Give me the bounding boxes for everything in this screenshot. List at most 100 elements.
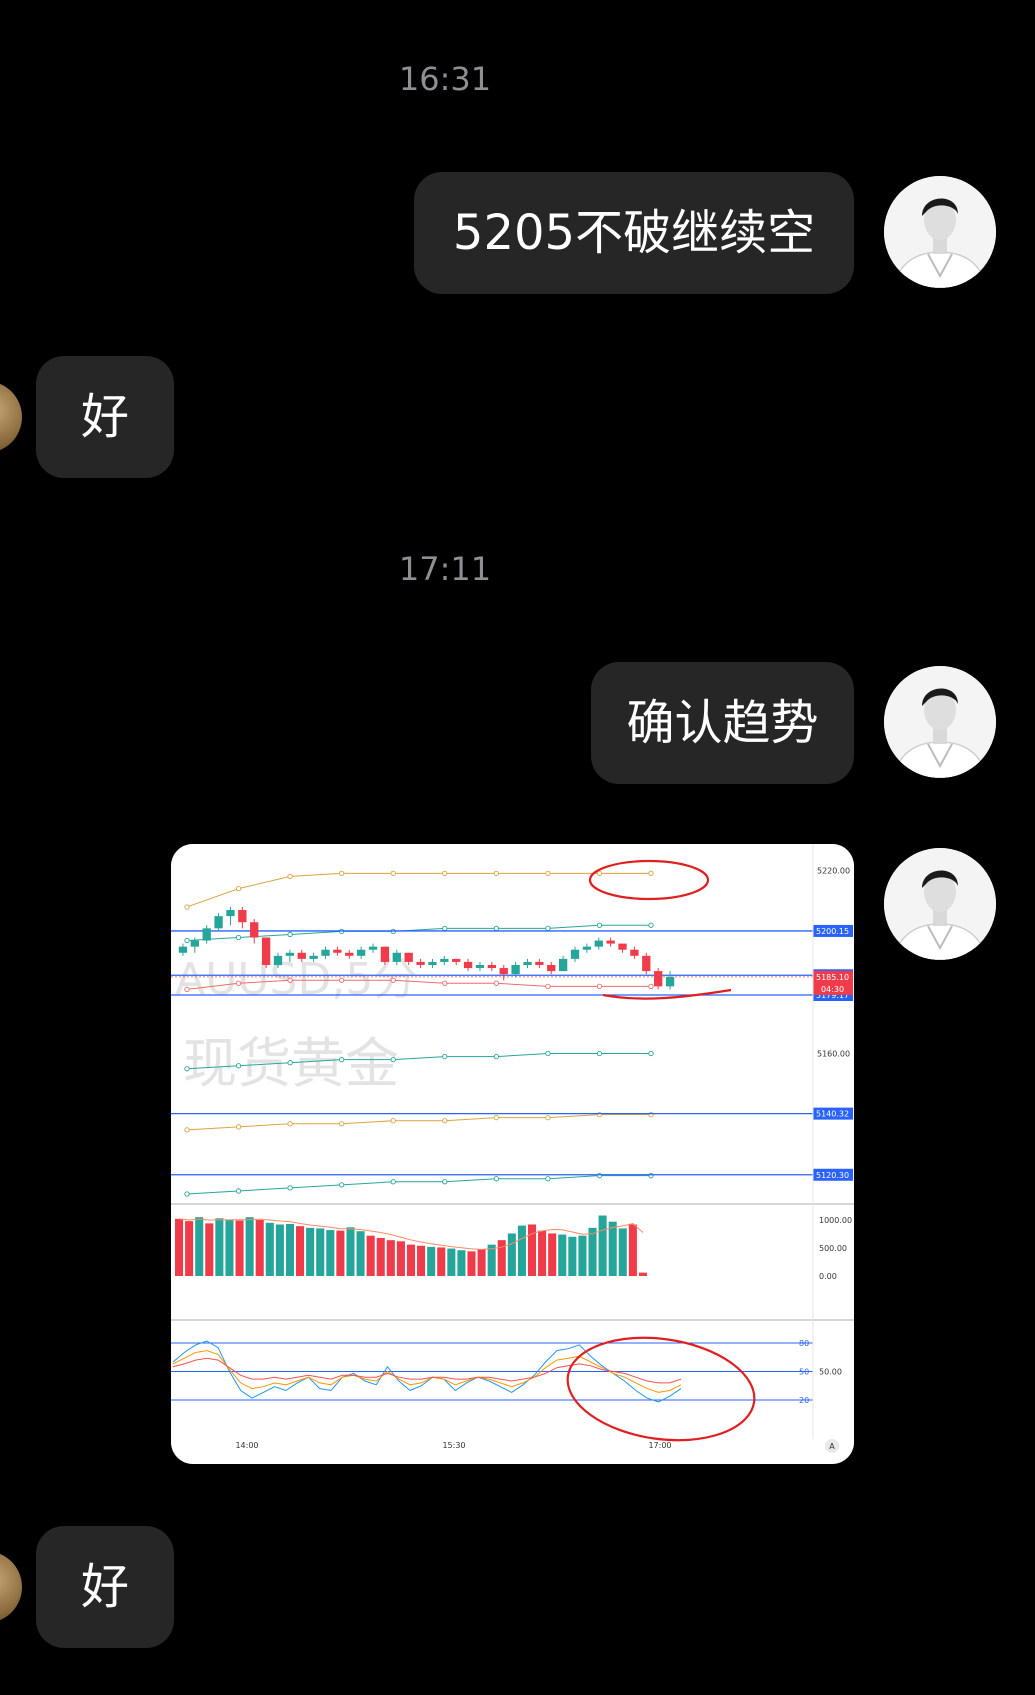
volume-bar xyxy=(628,1224,637,1276)
candle-body xyxy=(392,952,401,962)
peer-avatar[interactable] xyxy=(0,1551,22,1623)
candle-body xyxy=(202,928,211,941)
candle-body xyxy=(654,971,663,987)
volume-bar xyxy=(578,1235,587,1276)
peer-avatar[interactable] xyxy=(0,381,22,453)
candle-body xyxy=(594,940,603,947)
candle-body xyxy=(261,937,271,965)
ma-marker xyxy=(545,925,551,931)
chart-image-message[interactable]: AUUSD,5分 现货黄金 5200.155185.635179.175140.… xyxy=(171,844,854,1464)
volume-bar xyxy=(225,1219,234,1276)
candle-body xyxy=(345,952,354,956)
ma-marker xyxy=(235,980,242,986)
ma-marker xyxy=(184,904,190,910)
ma-marker xyxy=(390,870,396,877)
volume-bar xyxy=(477,1249,486,1276)
ma-marker xyxy=(287,873,293,880)
volume-bar xyxy=(598,1215,607,1276)
oscillator-value-label: 50.00 xyxy=(819,1368,842,1377)
ma-marker xyxy=(339,870,345,877)
person-avatar-icon xyxy=(884,666,996,778)
ma-marker xyxy=(184,1191,190,1197)
volume-bar xyxy=(376,1237,385,1276)
ma-marker xyxy=(442,1118,448,1124)
candle-body xyxy=(309,955,318,959)
volume-bar xyxy=(568,1236,577,1276)
volume-tick-label: 1000.00 xyxy=(819,1216,852,1225)
ma-marker xyxy=(235,934,242,941)
candle-body xyxy=(250,922,259,938)
candle-body xyxy=(297,952,306,959)
person-avatar-icon xyxy=(884,848,996,960)
ma-marker xyxy=(390,977,396,983)
candle-body xyxy=(356,949,366,956)
chat-timestamp: 16:31 xyxy=(398,60,492,98)
candle-body xyxy=(226,910,235,917)
ma-marker xyxy=(545,1115,551,1121)
volume-bar xyxy=(215,1218,224,1276)
price-tick-label: 5220.00 xyxy=(817,866,850,875)
volume-bar xyxy=(538,1230,547,1276)
message-bubble-mine[interactable]: 5205不破继续空 xyxy=(414,172,854,294)
my-avatar[interactable] xyxy=(884,176,996,288)
volume-bar xyxy=(175,1218,184,1276)
volume-bar xyxy=(336,1230,345,1276)
volume-bar xyxy=(275,1224,284,1276)
message-bubble-mine[interactable]: 确认趋势 xyxy=(591,662,854,784)
ma-marker xyxy=(390,1118,396,1124)
ma-marker xyxy=(648,1050,654,1057)
ma-marker xyxy=(339,1121,345,1127)
ma-marker xyxy=(493,1176,499,1182)
volume-bar xyxy=(437,1247,446,1276)
ma-marker xyxy=(339,1056,345,1063)
person-avatar-icon xyxy=(884,176,996,288)
volume-bar xyxy=(366,1235,375,1276)
volume-bar xyxy=(396,1241,405,1276)
message-bubble-peer[interactable]: 好 xyxy=(36,1526,174,1648)
candle-body xyxy=(190,940,199,947)
auto-scale-button[interactable]: A xyxy=(825,1439,839,1453)
ma-marker xyxy=(596,922,603,928)
ma-marker xyxy=(493,870,499,877)
oscillator-level-label: 80 xyxy=(799,1339,809,1348)
candle-body xyxy=(535,961,544,965)
ma-marker xyxy=(287,1060,293,1066)
time-tick-label: 17:00 xyxy=(648,1441,671,1450)
candle-body xyxy=(452,958,461,962)
candle-body xyxy=(665,976,675,987)
ma-marker xyxy=(493,1115,499,1121)
time-tick-label: 15:30 xyxy=(442,1441,465,1450)
volume-bar xyxy=(296,1226,305,1276)
candle-body xyxy=(178,946,188,953)
ma-marker xyxy=(442,980,448,986)
candle-body xyxy=(428,961,437,965)
volume-bar xyxy=(195,1217,204,1276)
volume-bar xyxy=(356,1231,365,1276)
volume-bar xyxy=(497,1240,506,1276)
volume-bar xyxy=(205,1223,214,1276)
message-bubble-peer[interactable]: 好 xyxy=(36,356,174,478)
ma-marker xyxy=(184,1127,190,1133)
candle-body xyxy=(606,940,615,944)
countdown-label: 04:30 xyxy=(821,985,844,994)
volume-bar xyxy=(386,1240,395,1276)
level-label: 5120.30 xyxy=(816,1171,849,1180)
candle-body xyxy=(523,961,532,965)
ma-marker xyxy=(545,870,551,877)
candle-body xyxy=(570,949,580,959)
ma-marker xyxy=(235,1063,242,1069)
my-avatar[interactable] xyxy=(884,666,996,778)
volume-bar xyxy=(245,1217,254,1276)
ma-marker xyxy=(648,983,654,990)
candle-body xyxy=(273,955,283,965)
volume-bar xyxy=(517,1225,526,1276)
volume-bar xyxy=(588,1227,597,1276)
ma-marker xyxy=(493,925,499,931)
volume-bar xyxy=(527,1224,537,1276)
candle-body xyxy=(214,916,223,929)
ma-marker xyxy=(390,1056,396,1063)
ma-marker xyxy=(287,931,293,938)
my-avatar[interactable] xyxy=(884,848,996,960)
candle-body xyxy=(321,949,330,956)
ma-marker xyxy=(596,983,603,990)
